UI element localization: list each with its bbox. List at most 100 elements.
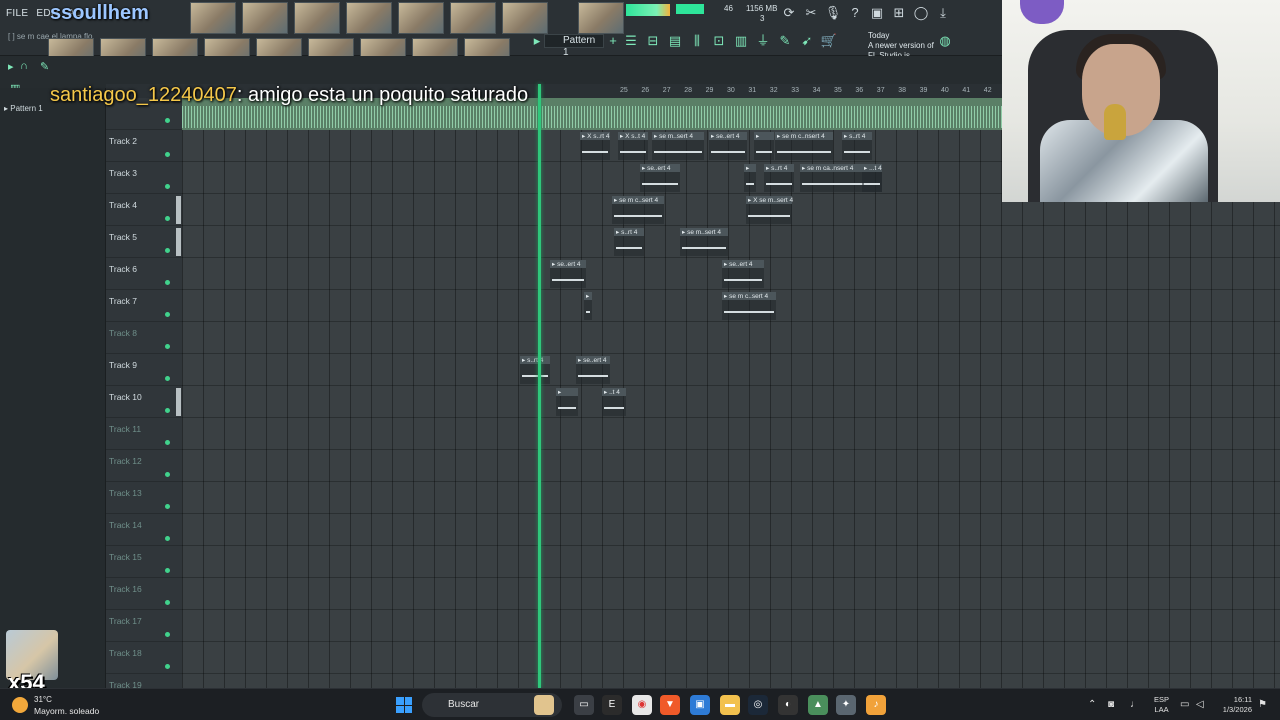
microphone-tray-icon[interactable]: ♩ <box>1130 699 1140 710</box>
audio-clip[interactable]: ▸ se m c..sert 4 <box>722 292 776 320</box>
pattern-add-icon[interactable]: + <box>604 32 622 50</box>
audio-clip[interactable]: ▸ se m c..sert 4 <box>612 196 664 224</box>
track-header[interactable]: Track 3 <box>106 162 182 194</box>
weather-sun-icon[interactable] <box>12 697 28 713</box>
track-header[interactable]: Track 12 <box>106 450 182 482</box>
plugin-icon[interactable]: ⊞ <box>890 4 908 22</box>
pencil-icon[interactable]: ✎ <box>776 32 794 50</box>
audio-clip[interactable]: ▸ <box>584 292 592 320</box>
track-mute-led[interactable] <box>165 472 170 477</box>
audio-clip[interactable]: ▸ se..ert 4 <box>640 164 680 192</box>
pattern-selector[interactable]: Pattern 1 <box>544 34 604 58</box>
globe-icon[interactable]: ◍ <box>936 32 954 50</box>
track-mute-led[interactable] <box>165 248 170 253</box>
track-header[interactable]: Track 5 <box>106 226 182 258</box>
language-indicator[interactable]: ESP LAA <box>1154 695 1169 715</box>
audio-clip[interactable]: ▸ <box>556 388 578 416</box>
chrome-icon[interactable]: ◉ <box>632 695 652 715</box>
scissors-icon[interactable]: ✂ <box>802 4 820 22</box>
microphone-icon[interactable]: 🎙 <box>824 4 842 22</box>
audio-clip[interactable]: ▸ s..rt 4 <box>520 356 550 384</box>
weather-description[interactable]: Mayorm. soleado <box>34 706 99 716</box>
search-highlight-icon[interactable] <box>534 695 554 715</box>
track-header[interactable]: Track 15 <box>106 546 182 578</box>
notification-icon[interactable]: ⚑ <box>1258 699 1267 710</box>
audio-clip[interactable]: ▸ s..rt 4 <box>764 164 794 192</box>
track-mute-led[interactable] <box>165 344 170 349</box>
file-explorer-icon[interactable]: ▬ <box>720 695 740 715</box>
audio-clip[interactable]: ▸ se..ert 4 <box>709 132 747 160</box>
audio-clip[interactable]: ▸ se m..sert 4 <box>680 228 728 256</box>
audio-clip[interactable]: ▸ <box>744 164 756 192</box>
track-header[interactable]: Track 11 <box>106 418 182 450</box>
track-header[interactable]: Track 17 <box>106 610 182 642</box>
track-selector[interactable] <box>176 196 181 224</box>
track-header[interactable]: Track 2 <box>106 130 182 162</box>
app-icon[interactable]: ✦ <box>836 695 856 715</box>
track-mute-led[interactable] <box>165 600 170 605</box>
track-header[interactable]: Track 14 <box>106 514 182 546</box>
track-mute-led[interactable] <box>165 568 170 573</box>
epic-games-icon[interactable]: E <box>602 695 622 715</box>
track-header[interactable]: Track 4 <box>106 194 182 226</box>
audio-clip[interactable]: ▸ se..ert 4 <box>722 260 764 288</box>
track-header[interactable]: Track 16 <box>106 578 182 610</box>
track-mute-led[interactable] <box>165 632 170 637</box>
audio-clip[interactable]: ▸ X s..rt 4 <box>580 132 610 160</box>
track-mute-led[interactable] <box>165 152 170 157</box>
playlist-icon[interactable]: ☰ <box>622 32 640 50</box>
weather-temperature[interactable]: 31°C <box>34 695 52 704</box>
chat-icon[interactable]: ◯ <box>912 4 930 22</box>
track-mute-led[interactable] <box>165 118 170 123</box>
steam-icon[interactable]: ◎ <box>748 695 768 715</box>
track-mute-led[interactable] <box>165 216 170 221</box>
track-mute-led[interactable] <box>165 184 170 189</box>
volume-icon[interactable]: ◁ <box>1196 699 1204 710</box>
track-header[interactable]: Track 18 <box>106 642 182 674</box>
audio-clip[interactable]: ▸ <box>754 132 774 160</box>
track-header[interactable]: Track 9 <box>106 354 182 386</box>
pattern-list-item[interactable]: ▸ Pattern 1 <box>4 104 43 113</box>
track-mute-led[interactable] <box>165 312 170 317</box>
windows-start-icon[interactable] <box>396 697 412 713</box>
audio-clip[interactable]: ▸ X se m..sert 4 <box>746 196 793 224</box>
plug-icon[interactable]: ⏚ <box>754 32 772 50</box>
tray-expand-icon[interactable]: ⌃ <box>1088 699 1096 710</box>
playhead[interactable] <box>538 84 541 688</box>
piano-roll-icon[interactable]: ▤ <box>666 32 684 50</box>
brave-icon[interactable]: ▼ <box>660 695 680 715</box>
track-selector[interactable] <box>176 228 181 256</box>
track-mute-led[interactable] <box>165 504 170 509</box>
save-icon[interactable]: ▣ <box>868 4 886 22</box>
paintbrush-icon[interactable]: ➹ <box>798 32 816 50</box>
audio-clip[interactable]: ▸ se..ert 4 <box>550 260 586 288</box>
track-mute-led[interactable] <box>165 440 170 445</box>
clock[interactable]: 16:11 1/3/2026 <box>1216 695 1252 715</box>
fl-studio-icon[interactable]: ♪ <box>866 695 886 715</box>
playlist-arrow-icon[interactable]: ▸ <box>8 60 14 73</box>
audio-clip[interactable]: ▸ s..rt 4 <box>614 228 644 256</box>
track-mute-led[interactable] <box>165 408 170 413</box>
clipboard-icon[interactable]: ▥ <box>732 32 750 50</box>
network-icon[interactable]: ▭ <box>1180 699 1189 710</box>
track-mute-led[interactable] <box>165 536 170 541</box>
track-header[interactable]: Track 13 <box>106 482 182 514</box>
track-mute-led[interactable] <box>165 664 170 669</box>
task-view-icon[interactable]: ▭ <box>574 695 594 715</box>
track-header[interactable]: Track 10 <box>106 386 182 418</box>
track-mute-led[interactable] <box>165 280 170 285</box>
audio-clip[interactable]: ▸ se m..sert 4 <box>652 132 704 160</box>
track-header[interactable]: Track 7 <box>106 290 182 322</box>
audio-clip[interactable]: ▸ ..t 4 <box>602 388 626 416</box>
store-icon[interactable]: ▣ <box>690 695 710 715</box>
mixer-icon[interactable]: ⫼ <box>688 32 706 50</box>
app-icon[interactable]: ▲ <box>808 695 828 715</box>
menu-file[interactable]: FILE <box>6 8 28 19</box>
track-selector[interactable] <box>176 388 181 416</box>
discord-icon[interactable]: ◙ <box>1108 699 1114 710</box>
audio-clip[interactable]: ▸ se m c..nsert 4 <box>775 132 833 160</box>
track-header[interactable]: Track 8 <box>106 322 182 354</box>
audio-clip[interactable]: ▸ X s..t 4 <box>618 132 648 160</box>
track-mute-led[interactable] <box>165 376 170 381</box>
audio-clip[interactable]: ▸ se..ert 4 <box>576 356 610 384</box>
